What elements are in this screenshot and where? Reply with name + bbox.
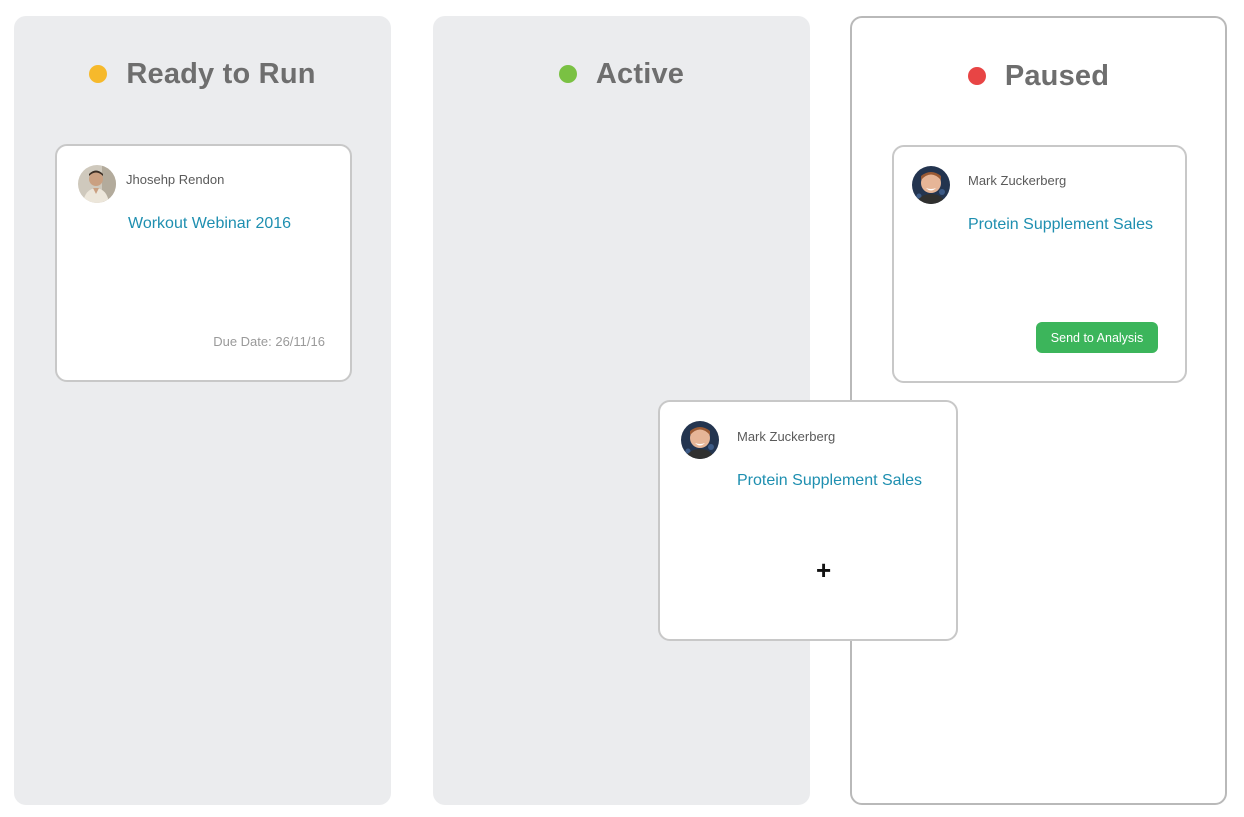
task-card-protein-supplement[interactable]: Mark Zuckerberg Protein Supplement Sales… xyxy=(892,145,1187,383)
status-dot-green-icon xyxy=(558,65,577,83)
kanban-board: Ready to Run Jhosehp Rendon Workout Webi… xyxy=(0,0,1244,817)
user-avatar-icon xyxy=(78,165,116,203)
column-header-active: Active xyxy=(433,56,810,92)
person-photo-icon xyxy=(681,421,719,459)
column-header-paused: Paused xyxy=(852,58,1225,94)
card-project-title[interactable]: Protein Supplement Sales xyxy=(737,472,922,490)
user-avatar-icon xyxy=(681,421,719,459)
person-photo-icon xyxy=(78,165,116,203)
column-header-ready: Ready to Run xyxy=(14,56,391,92)
send-to-analysis-button[interactable]: Send to Analysis xyxy=(1036,322,1158,353)
card-due-date: Due Date: 26/11/16 xyxy=(213,334,325,349)
card-project-title[interactable]: Protein Supplement Sales xyxy=(968,216,1153,234)
status-dot-yellow-icon xyxy=(89,65,108,83)
column-title: Ready to Run xyxy=(126,57,316,90)
card-owner-name: Mark Zuckerberg xyxy=(737,429,836,444)
move-cursor-icon: + xyxy=(816,555,832,585)
user-avatar-icon xyxy=(912,166,950,204)
task-card-workout-webinar[interactable]: Jhosehp Rendon Workout Webinar 2016 Due … xyxy=(55,144,352,382)
column-title: Paused xyxy=(1004,59,1110,92)
column-ready-to-run[interactable]: Ready to Run Jhosehp Rendon Workout Webi… xyxy=(14,16,391,805)
person-photo-icon xyxy=(912,166,950,204)
card-owner-name: Mark Zuckerberg xyxy=(968,173,1067,188)
dragging-task-card[interactable]: Mark Zuckerberg Protein Supplement Sales… xyxy=(658,400,958,641)
card-project-title[interactable]: Workout Webinar 2016 xyxy=(128,215,291,233)
card-owner-name: Jhosehp Rendon xyxy=(126,172,225,187)
column-title: Active xyxy=(595,57,685,90)
status-dot-red-icon xyxy=(967,67,986,85)
